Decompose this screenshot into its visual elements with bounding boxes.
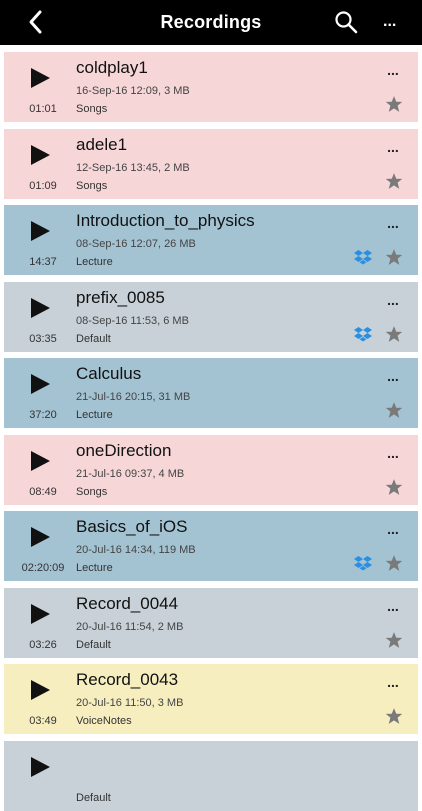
- row-options-button[interactable]: ...: [382, 62, 404, 78]
- recording-meta: 20-Jul-16 14:34, 119 MB: [76, 544, 196, 556]
- recording-meta: 20-Jul-16 11:54, 2 MB: [76, 620, 184, 633]
- play-icon[interactable]: [28, 66, 52, 90]
- recording-name: Record_0044: [76, 593, 179, 613]
- category-label: Default: [76, 332, 111, 345]
- category-label: Songs: [76, 103, 108, 115]
- row-options-button[interactable]: ...: [382, 674, 404, 690]
- dropbox-icon: [354, 556, 372, 571]
- duration-label: 03:35: [29, 332, 57, 345]
- row-options-button[interactable]: ...: [382, 139, 404, 155]
- category-label: Default: [76, 791, 111, 804]
- favorite-star-icon[interactable]: [385, 325, 403, 343]
- recording-name: Calculus: [76, 364, 142, 383]
- dropbox-icon: [354, 326, 372, 341]
- row-options-button[interactable]: ...: [382, 445, 404, 461]
- category-label: VoiceNotes: [76, 715, 132, 727]
- play-icon[interactable]: [28, 449, 52, 473]
- recording-name: coldplay1: [76, 58, 148, 77]
- page-title: Recordings: [160, 12, 262, 32]
- recording-meta: 08-Sep-16 11:53, 6 MB: [76, 314, 189, 327]
- recording-meta: 20-Jul-16 11:50, 3 MB: [76, 697, 184, 709]
- recording-meta: 21-Jul-16 09:37, 4 MB: [76, 467, 185, 480]
- recording-meta: 08-Sep-16 12:07, 26 MB: [76, 238, 196, 250]
- category-label: Lecture: [76, 409, 113, 421]
- play-icon[interactable]: [28, 602, 52, 626]
- duration-label: 37:20: [29, 409, 57, 421]
- duration-label: 14:37: [29, 256, 57, 268]
- favorite-star-icon[interactable]: [385, 248, 403, 266]
- favorite-star-icon[interactable]: [385, 401, 403, 419]
- recording-row[interactable]: 14:37 Introduction_to_physics 08-Sep-16 12…: [4, 205, 418, 275]
- recording-meta: 21-Jul-16 20:15, 31 MB: [76, 391, 191, 403]
- recording-name: Introduction_to_physics: [76, 211, 255, 230]
- play-icon[interactable]: [28, 296, 52, 320]
- recording-name: adele1: [76, 134, 128, 154]
- recording-row[interactable]: 01:01 coldplay1 16-Sep-16 12:09, 3 MB Songs…: [4, 52, 418, 122]
- row-options-button[interactable]: ...: [382, 215, 404, 231]
- row-options-button[interactable]: ...: [382, 292, 404, 308]
- recording-row[interactable]: 03:49 Record_0043 20-Jul-16 11:50, 3 MB Voi…: [4, 664, 418, 734]
- duration-label: 08:49: [29, 485, 57, 498]
- recording-row[interactable]: 08:49 oneDirection 21-Jul-16 09:37, 4 MB So…: [4, 434, 418, 505]
- play-icon[interactable]: [28, 525, 52, 549]
- recording-name: Basics_of_iOS: [76, 517, 188, 536]
- recording-row[interactable]: Default: [4, 740, 418, 811]
- favorite-star-icon[interactable]: [385, 95, 403, 113]
- recording-name: prefix_0085: [76, 287, 165, 307]
- duration-label: 03:26: [29, 638, 57, 651]
- search-icon[interactable]: [334, 10, 358, 34]
- duration-label: 03:49: [29, 715, 57, 727]
- recording-name: oneDirection: [76, 440, 172, 460]
- recording-row[interactable]: 03:26 Record_0044 20-Jul-16 11:54, 2 MB Def…: [4, 587, 418, 658]
- category-label: Lecture: [76, 562, 113, 574]
- favorite-star-icon[interactable]: [385, 707, 403, 725]
- favorite-star-icon[interactable]: [385, 478, 403, 496]
- row-options-button[interactable]: ...: [382, 368, 404, 384]
- recording-row[interactable]: 02:20:09 Basics_of_iOS 20-Jul-16 14:34, 11…: [4, 511, 418, 581]
- favorite-star-icon[interactable]: [385, 554, 403, 572]
- duration-label: 01:01: [29, 103, 57, 115]
- category-label: Songs: [76, 485, 108, 498]
- recording-row[interactable]: 37:20 Calculus 21-Jul-16 20:15, 31 MB Lectu…: [4, 358, 418, 428]
- category-label: Default: [76, 638, 111, 651]
- recording-row[interactable]: 01:09 adele1 12-Sep-16 13:45, 2 MB Songs...: [4, 128, 418, 199]
- recording-row[interactable]: 03:35 prefix_0085 08-Sep-16 11:53, 6 MB Def…: [4, 281, 418, 352]
- play-icon[interactable]: [28, 219, 52, 243]
- play-icon[interactable]: [28, 678, 52, 702]
- play-icon[interactable]: [28, 143, 52, 167]
- dropbox-icon: [354, 250, 372, 265]
- recording-meta: 16-Sep-16 12:09, 3 MB: [76, 85, 190, 97]
- duration-label: 01:09: [29, 179, 57, 192]
- more-menu-button[interactable]: ...: [383, 12, 407, 32]
- favorite-star-icon[interactable]: [385, 631, 403, 649]
- category-label: Lecture: [76, 256, 113, 268]
- navigation-bar: Recordings ...: [0, 0, 422, 45]
- row-options-button[interactable]: ...: [382, 521, 404, 537]
- play-icon[interactable]: [28, 755, 52, 779]
- duration-label: 02:20:09: [21, 562, 65, 574]
- row-options-button[interactable]: ...: [382, 598, 404, 614]
- recording-meta: 12-Sep-16 13:45, 2 MB: [76, 161, 190, 174]
- recording-name: Record_0043: [76, 670, 179, 689]
- favorite-star-icon[interactable]: [385, 172, 403, 190]
- play-icon[interactable]: [28, 372, 52, 396]
- category-label: Songs: [76, 179, 108, 192]
